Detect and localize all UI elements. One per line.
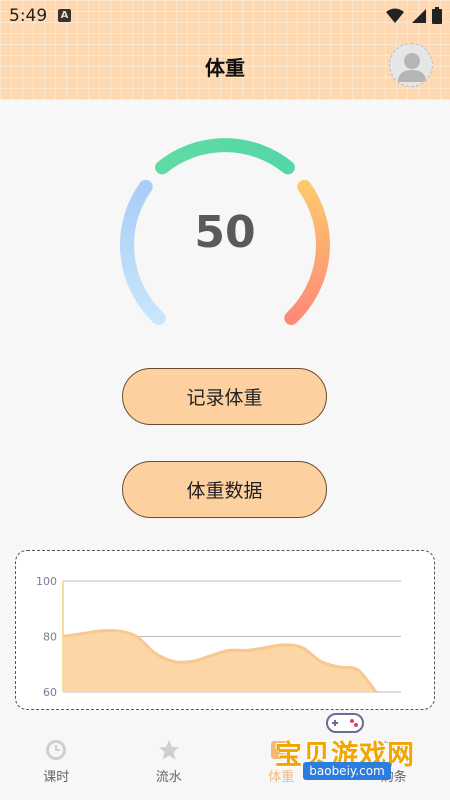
- status-icons: [386, 7, 442, 24]
- weight-chart: 100 80 60: [36, 575, 401, 699]
- clock-icon: [46, 740, 67, 760]
- weight-area-fill: [63, 630, 376, 692]
- signal-icon: [412, 8, 426, 23]
- tab-flow[interactable]: 流水: [113, 728, 225, 785]
- y-tick-label: 80: [43, 631, 57, 644]
- watermark-url: baobeiy.com: [303, 762, 391, 780]
- header-bar: 5:49 A 体重: [0, 0, 450, 100]
- tab-label: 流水: [155, 770, 182, 785]
- avatar[interactable]: [389, 43, 433, 87]
- weight-data-button[interactable]: 体重数据: [122, 461, 327, 518]
- star-icon: [158, 740, 179, 760]
- status-bar: 5:49 A: [0, 0, 450, 32]
- page-title: 体重: [205, 56, 245, 80]
- status-time: 5:49: [9, 6, 48, 26]
- gauge-value: 50: [194, 207, 256, 258]
- wifi-icon: [386, 8, 404, 23]
- user-icon: [398, 53, 426, 82]
- watermark: 宝贝游戏网 baobeiy.com: [265, 708, 435, 798]
- y-tick-label: 60: [43, 686, 57, 699]
- record-weight-button[interactable]: 记录体重: [122, 368, 327, 425]
- tab-lessons[interactable]: 课时: [0, 728, 112, 785]
- notification-icon: A: [58, 9, 71, 22]
- weight-chart-card: 100 80 60: [15, 550, 435, 710]
- y-tick-label: 100: [36, 575, 57, 588]
- gauge-arc-top: [155, 138, 295, 175]
- battery-icon: [432, 7, 442, 24]
- tab-label: 课时: [43, 770, 70, 785]
